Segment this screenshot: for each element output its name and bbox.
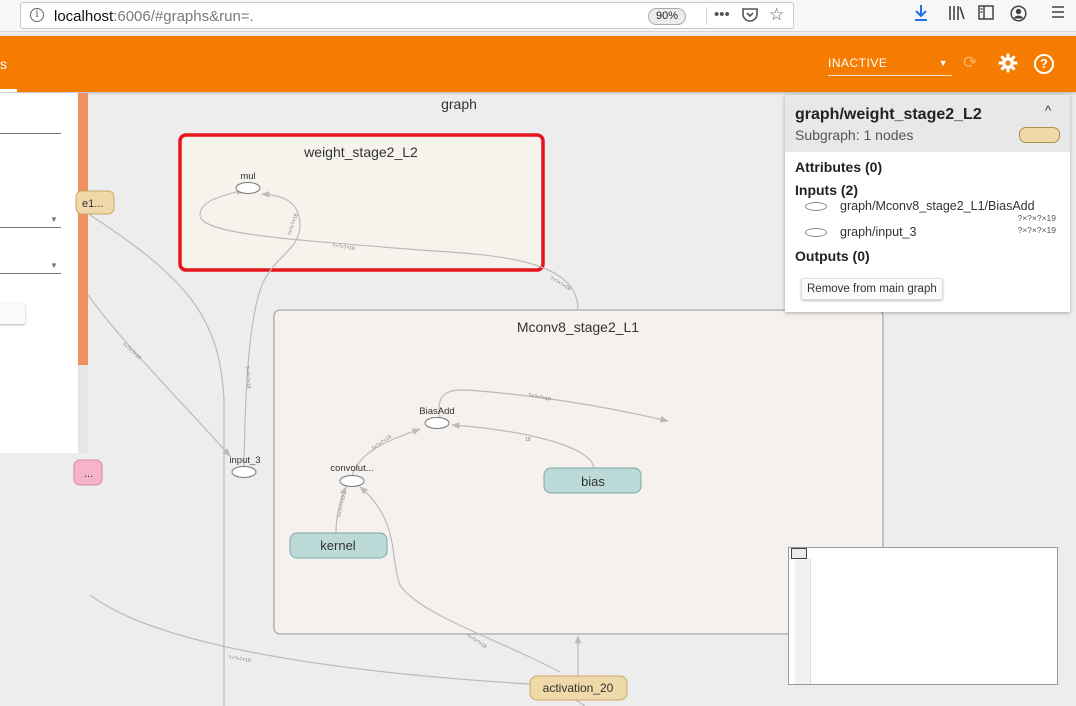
more-icon[interactable]: ••• <box>714 6 730 23</box>
library-icon[interactable] <box>948 5 966 26</box>
left-pink-node-label: ... <box>84 468 93 480</box>
zoom-level-badge[interactable]: 90% <box>648 8 686 25</box>
inputs-heading[interactable]: Inputs (2) <box>795 182 858 198</box>
mconv8-group-label: Mconv8_stage2_L1 <box>517 319 639 335</box>
gear-icon[interactable] <box>998 53 1018 73</box>
input-item-shape: ?×?×?×19 <box>1017 225 1056 235</box>
info-card-title: graph/weight_stage2_L2 <box>795 106 982 123</box>
info-card-header: graph/weight_stage2_L2 Subgraph: 1 nodes… <box>785 95 1070 152</box>
minimap-viewport[interactable] <box>791 548 807 559</box>
edge-label: 19 <box>525 437 531 443</box>
reload-icon[interactable]: ⟳ <box>963 53 977 73</box>
url-divider <box>706 7 707 25</box>
account-icon[interactable] <box>1010 5 1027 27</box>
convolution-label: convolut... <box>330 463 373 474</box>
sidebar-icon[interactable] <box>978 5 994 25</box>
edge-label: ?×?×?×19 <box>121 342 142 361</box>
chevron-down-icon: ▼ <box>938 58 948 68</box>
hamburger-menu-icon[interactable] <box>1051 5 1065 24</box>
node-info-card: graph/weight_stage2_L2 Subgraph: 1 nodes… <box>785 95 1070 312</box>
tensorboard-header: s INACTIVE ▼ ⟳ ? <box>0 36 1076 92</box>
minimap-graph-preview <box>795 558 811 684</box>
input-item-shape: ?×?×?×19 <box>1017 213 1056 223</box>
node-color-swatch <box>1019 127 1060 143</box>
active-tab-indicator <box>0 89 17 92</box>
pocket-icon[interactable] <box>742 7 758 26</box>
url-host: localhost <box>54 8 114 25</box>
outputs-heading[interactable]: Outputs (0) <box>795 248 870 264</box>
biasadd-op-node[interactable] <box>424 417 450 429</box>
input-item-name[interactable]: graph/Mconv8_stage2_L1/BiasAdd <box>840 199 1035 213</box>
edge-label: ?×?×?×19 <box>243 366 251 389</box>
tab-graphs[interactable]: s <box>0 56 7 72</box>
bookmark-star-icon[interactable]: ☆ <box>769 5 784 25</box>
kernel-label: kernel <box>320 538 356 553</box>
biasadd-label: BiasAdd <box>419 406 454 417</box>
attributes-heading[interactable]: Attributes (0) <box>795 159 882 175</box>
run-status-value: INACTIVE <box>828 56 888 70</box>
mul-op-node[interactable] <box>235 182 261 194</box>
graph-title: graph <box>441 96 477 112</box>
site-info-icon[interactable]: i <box>30 8 44 22</box>
edge-left-to-input3 <box>87 294 231 457</box>
edge-label: ?×?×?×19 <box>228 655 251 664</box>
convolution-op-node[interactable] <box>339 475 365 487</box>
download-icon[interactable] <box>913 4 929 27</box>
url-text[interactable]: localhost:6006/#graphs&run=. <box>54 8 254 25</box>
help-icon[interactable]: ? <box>1034 54 1054 74</box>
info-card-subtitle: Subgraph: 1 nodes <box>795 127 914 143</box>
url-bar[interactable]: i localhost:6006/#graphs&run=. 90% ••• ☆ <box>20 2 794 29</box>
weight-group-label: weight_stage2_L2 <box>303 144 418 160</box>
op-node-icon <box>805 228 827 237</box>
edge-label: ?×?×?×19 <box>465 633 488 650</box>
browser-toolbar: i localhost:6006/#graphs&run=. 90% ••• ☆ <box>0 0 1076 32</box>
run-status-dropdown[interactable]: INACTIVE ▼ <box>828 56 952 76</box>
collapse-icon[interactable]: ^ <box>1045 103 1051 118</box>
edge-left-group-down <box>89 214 225 706</box>
bias-label: bias <box>581 474 605 489</box>
mul-label: mul <box>240 171 255 182</box>
input3-op-node[interactable] <box>231 466 257 478</box>
graph-minimap[interactable] <box>788 547 1058 685</box>
op-node-icon <box>805 202 827 211</box>
left-group-node-label: e1... <box>82 198 103 210</box>
input-item-name[interactable]: graph/input_3 <box>840 225 916 239</box>
remove-from-main-graph-button[interactable]: Remove from main graph <box>801 278 943 300</box>
url-path: :6006/#graphs&run=. <box>113 8 254 25</box>
input3-label: input_3 <box>229 455 260 466</box>
activation20-label: activation_20 <box>543 681 614 695</box>
